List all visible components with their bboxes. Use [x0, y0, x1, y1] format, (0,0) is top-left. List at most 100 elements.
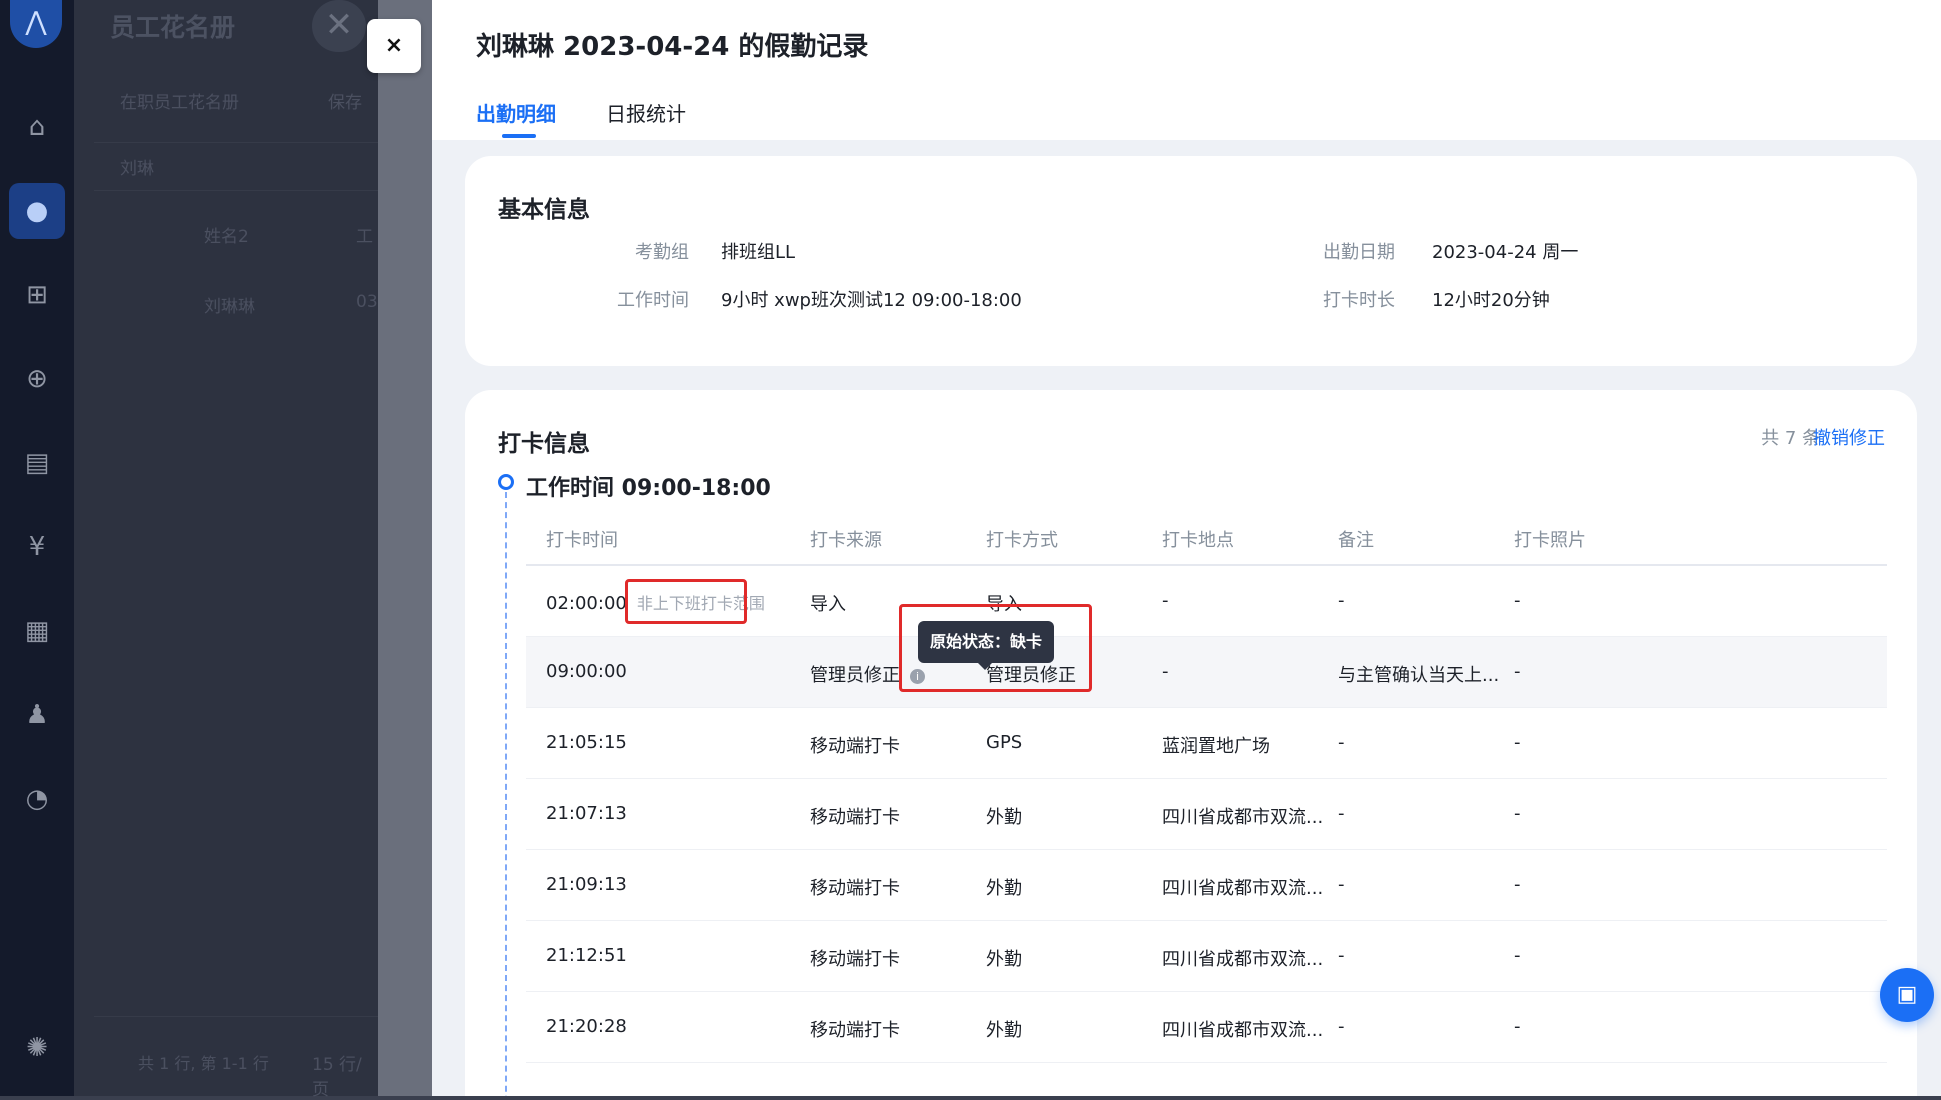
cell-text: - — [1338, 803, 1345, 824]
roster-filter[interactable]: 在职员工花名册 — [120, 88, 239, 113]
report-icon[interactable]: ▦ — [9, 603, 65, 659]
calendar-icon[interactable]: ▤ — [9, 435, 65, 491]
tab-daily-stats[interactable]: 日报统计 — [606, 98, 686, 127]
roster-row-name[interactable]: 刘琳琳 — [204, 292, 255, 317]
cell-photo: - — [1514, 874, 1521, 895]
active-tab-indicator — [502, 134, 536, 138]
cell-text: - — [1338, 590, 1345, 611]
revoke-correction-link[interactable]: 撤销修正 — [1813, 424, 1885, 450]
pie-chart-icon[interactable]: ◔ — [9, 771, 65, 827]
cell-text: 导入 — [810, 594, 846, 615]
cell-source: 移动端打卡 — [810, 803, 900, 829]
cell-photo: - — [1514, 1016, 1521, 1037]
attendance-drawer: 刘琳琳 2023-04-24 的假勤记录 出勤明细 日报统计 基本信息 考勤组 … — [432, 0, 1941, 1096]
divider — [94, 1016, 378, 1017]
cell-text: GPS — [986, 732, 1023, 753]
close-drawer-button[interactable]: × — [367, 19, 421, 73]
cell-text: - — [1514, 661, 1521, 682]
cell-text: - — [1514, 1016, 1521, 1037]
cell-time: 21:09:13 — [546, 874, 627, 895]
group-label: 考勤组 — [635, 242, 689, 263]
cell-place: 四川省成都市双流... — [1162, 1016, 1323, 1042]
cell-text: 外勤 — [986, 878, 1022, 899]
worktime-value: 9小时 xwp班次测试12 09:00-18:00 — [721, 290, 1022, 311]
column-header: 打卡照片 — [1514, 530, 1586, 551]
timeline-dot — [498, 474, 514, 490]
cell-remark: - — [1338, 1016, 1345, 1037]
basic-info-title: 基本信息 — [498, 197, 590, 223]
column-header: 打卡方式 — [986, 530, 1058, 551]
punch-info-title: 打卡信息 — [498, 431, 590, 457]
divider — [94, 190, 378, 191]
cell-time: 09:00:00 — [546, 661, 627, 682]
cell-method: GPS — [986, 732, 1022, 753]
date-label: 出勤日期 — [1323, 242, 1395, 263]
duration-value: 12小时20分钟 — [1432, 290, 1550, 311]
cell-text: 外勤 — [986, 949, 1022, 970]
cell-remark: - — [1338, 732, 1345, 753]
cell-time: 21:20:28 — [546, 1016, 627, 1037]
cell-place: - — [1162, 661, 1169, 682]
column-header-name[interactable]: 姓名2 — [204, 222, 249, 247]
cell-text: - — [1514, 874, 1521, 895]
cell-text: 四川省成都市双流... — [1162, 878, 1324, 899]
cell-text: 与主管确认当天上... — [1338, 665, 1500, 686]
search-input[interactable]: 刘琳 — [120, 154, 154, 179]
cell-remark: - — [1338, 945, 1345, 966]
divider — [94, 142, 378, 143]
table-row: 21:12:51 移动端打卡 外勤 四川省成都市双流... - - — [526, 921, 1887, 992]
cell-method: 外勤 — [986, 874, 1022, 900]
cell-text: - — [1514, 803, 1521, 824]
table-row: 21:07:13 移动端打卡 外勤 四川省成都市双流... - - — [526, 779, 1887, 850]
user-add-icon[interactable]: ⊕ — [9, 351, 65, 407]
cell-place: 蓝润置地广场 — [1162, 732, 1270, 758]
cell-text: - — [1514, 732, 1521, 753]
cell-photo: - — [1514, 590, 1521, 611]
table-row: 21:09:13 移动端打卡 外勤 四川省成都市双流... - - — [526, 850, 1887, 921]
table-row: 09:00:00 管理员修正 i 管理员修正 - 与主管确认当天上... - — [526, 637, 1887, 708]
org-chart-icon[interactable]: ⊞ — [9, 267, 65, 323]
roster-panel: 员工花名册 ✕ 在职员工花名册 保存 刘琳 姓名2 工 刘琳琳 03 共 1 行… — [74, 0, 378, 1100]
timeline-line — [505, 492, 507, 1096]
close-icon[interactable]: ✕ — [312, 0, 366, 52]
highlight-box — [625, 579, 747, 624]
sidebar-rail: ⋀ ⌂ ● ⊞ ⊕ ▤ ¥ ▦ ♟ ◔ ✺ — [0, 0, 74, 1096]
money-icon[interactable]: ¥ — [9, 519, 65, 575]
cell-text: - — [1514, 945, 1521, 966]
cell-time: 21:07:13 — [546, 803, 627, 824]
roster-title: 员工花名册 — [110, 13, 236, 42]
cell-text: 02:00:00 — [546, 593, 627, 614]
cell-time: 21:05:15 — [546, 732, 627, 753]
cell-text: 四川省成都市双流... — [1162, 807, 1324, 828]
punch-info-card: 打卡信息 共 7 条 撤销修正 工作时间 09:00-18:00 打卡时间 打卡… — [465, 390, 1917, 1096]
record-count: 共 7 条 — [1761, 428, 1820, 449]
home-icon[interactable]: ⌂ — [9, 99, 65, 155]
cell-text: - — [1338, 945, 1345, 966]
original-status-tooltip: 原始状态：缺卡 — [918, 621, 1054, 670]
cell-text: 蓝润置地广场 — [1162, 736, 1270, 757]
cell-remark: 与主管确认当天上... — [1338, 661, 1499, 687]
settings-icon[interactable]: ✺ — [9, 1020, 65, 1076]
cell-method: 外勤 — [986, 945, 1022, 971]
tab-attendance-detail[interactable]: 出勤明细 — [476, 98, 556, 127]
cell-source: 移动端打卡 — [810, 945, 900, 971]
cell-method: 外勤 — [986, 1016, 1022, 1042]
cell-text: 21:20:28 — [546, 1016, 627, 1037]
drawer-title: 刘琳琳 2023-04-24 的假勤记录 — [476, 32, 869, 62]
cell-text: 21:09:13 — [546, 874, 627, 895]
cell-method: 外勤 — [986, 803, 1022, 829]
cell-place: - — [1162, 590, 1169, 611]
cell-text: 外勤 — [986, 807, 1022, 828]
person-icon[interactable]: ♟ — [9, 687, 65, 743]
cell-time: 21:12:51 — [546, 945, 627, 966]
cell-remark: - — [1338, 590, 1345, 611]
page-size-select[interactable]: 15 行/页 — [312, 1050, 378, 1100]
cell-source: 移动端打卡 — [810, 1016, 900, 1042]
user-icon[interactable]: ● — [9, 183, 65, 239]
cell-place: 四川省成都市双流... — [1162, 803, 1323, 829]
cell-remark: - — [1338, 874, 1345, 895]
date-value: 2023-04-24 周一 — [1432, 242, 1579, 263]
cell-text: - — [1162, 661, 1169, 682]
chat-icon[interactable]: ▣ — [1880, 968, 1934, 1022]
save-button[interactable]: 保存 — [328, 88, 362, 113]
